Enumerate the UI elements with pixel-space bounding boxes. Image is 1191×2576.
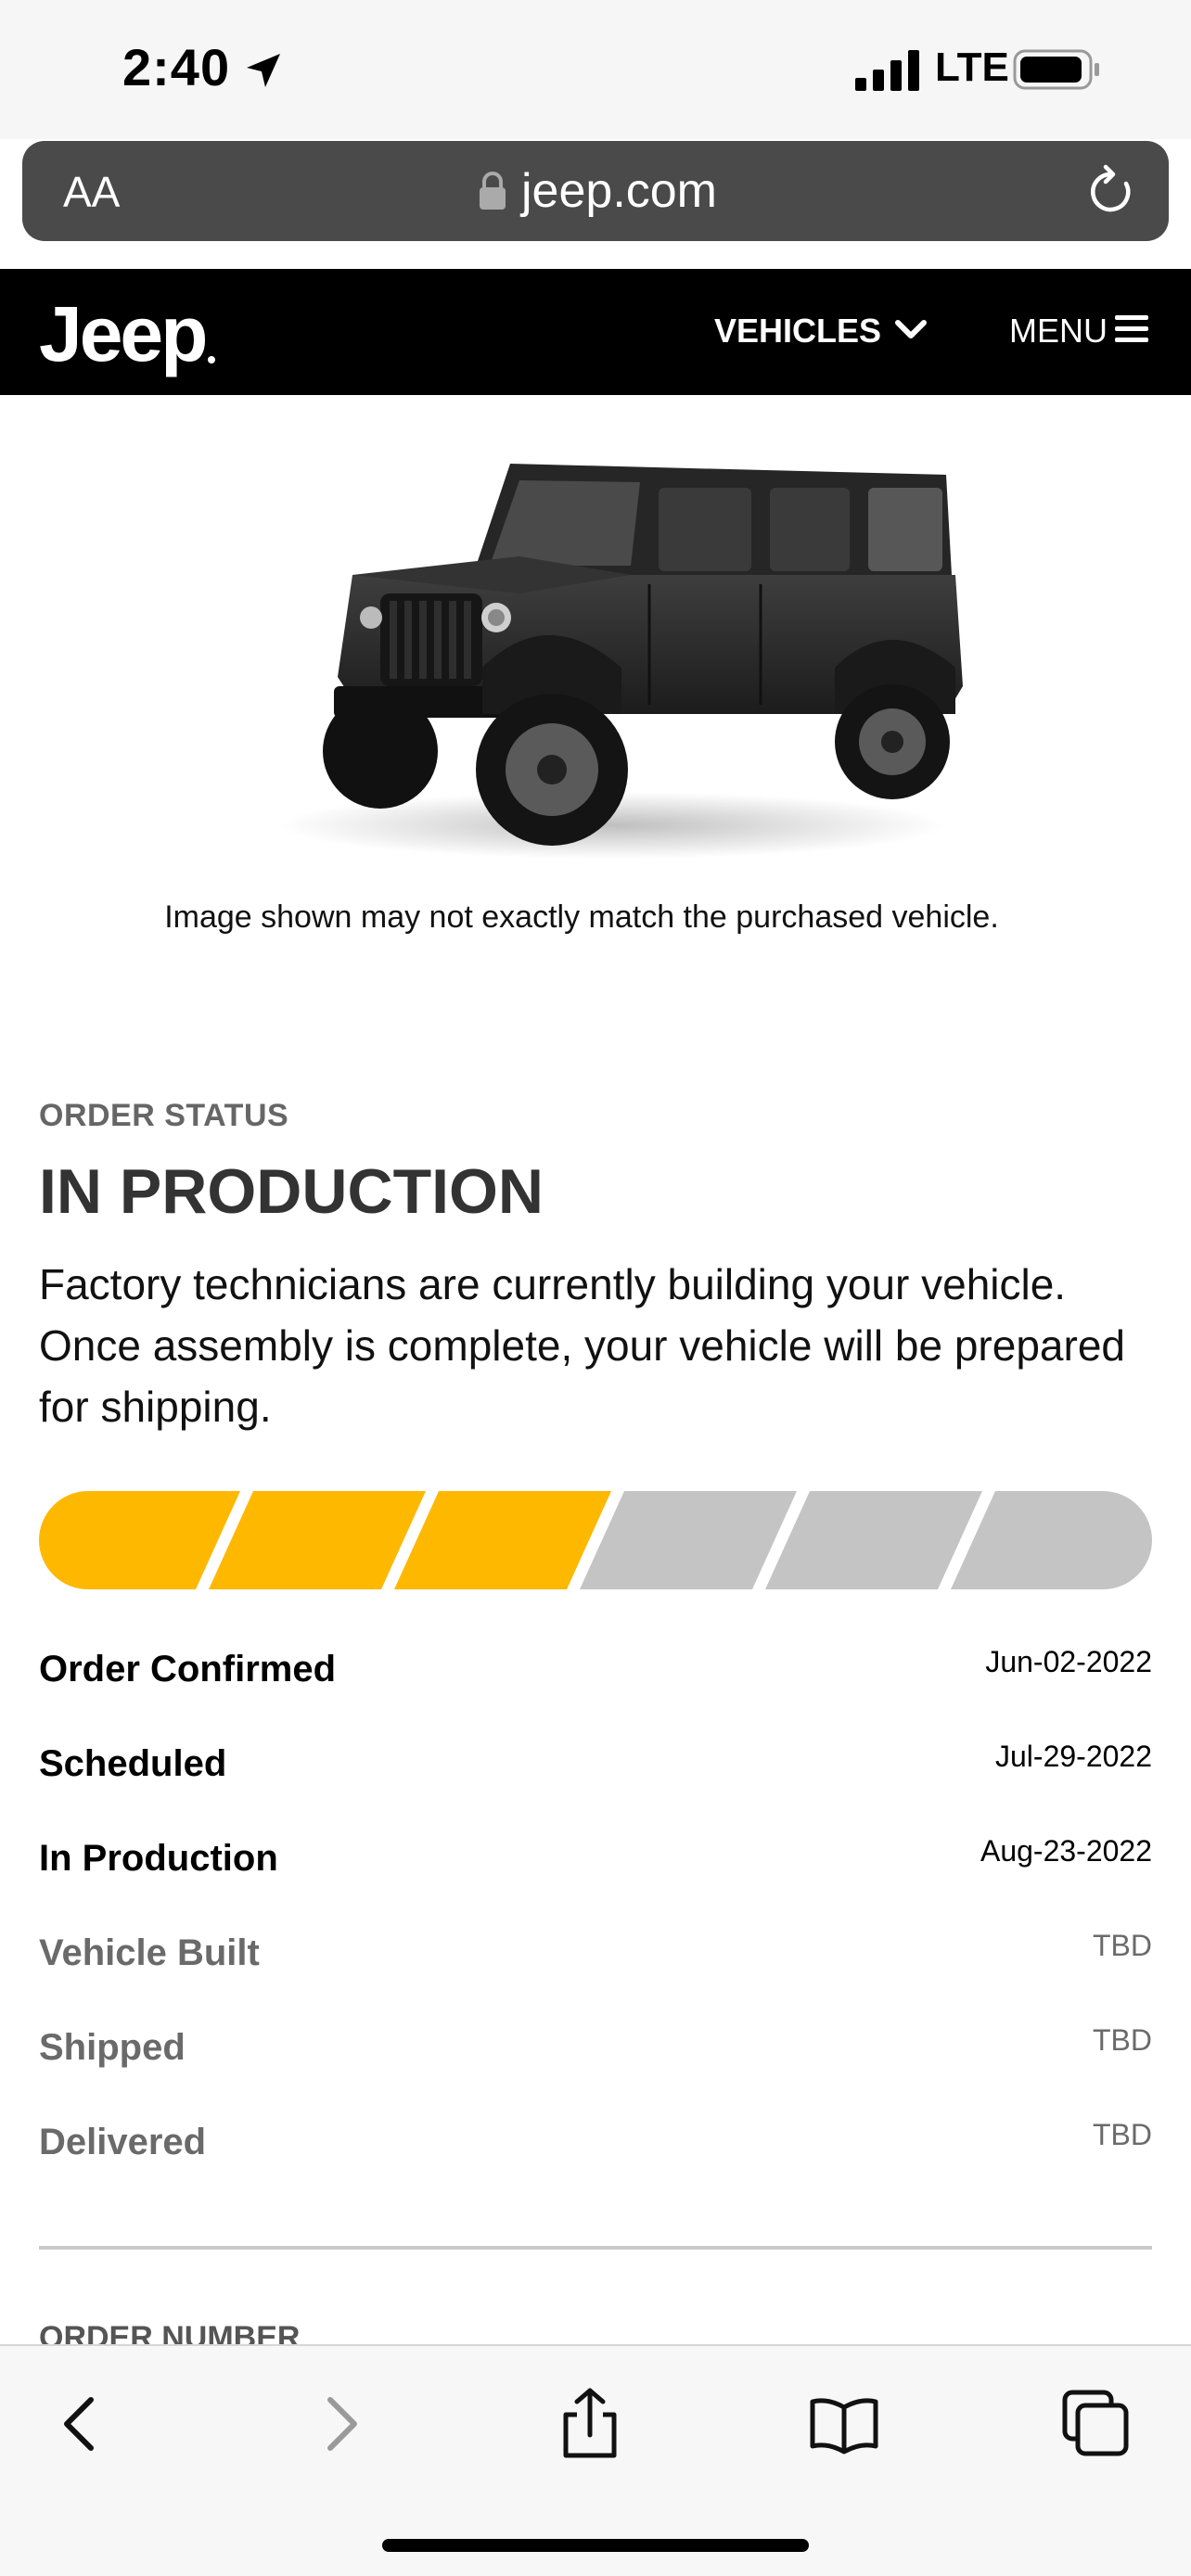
milestone-date: Aug-23-2022 — [980, 1834, 1152, 1868]
milestone-date: Jun-02-2022 — [985, 1645, 1152, 1678]
progress-segment-complete — [394, 1491, 611, 1589]
milestone-list: Order Confirmed Jun-02-2022 Scheduled Jul-2… — [39, 1641, 1152, 2209]
image-disclaimer: Image shown may not exactly match the pu… — [164, 899, 999, 935]
jeep-logo[interactable]: Jeep — [39, 289, 208, 379]
address-bar[interactable]: AA jeep.com — [22, 141, 1169, 241]
milestone-date: Jul-29-2022 — [995, 1740, 1152, 1773]
progress-segment-pending — [765, 1491, 982, 1589]
home-indicator — [382, 2539, 809, 2552]
chevron-down-icon[interactable] — [892, 317, 929, 343]
milestone-row: Scheduled Jul-29-2022 — [39, 1736, 1152, 1830]
network-type: LTE — [935, 45, 1009, 90]
milestone-row: Delivered TBD — [39, 2114, 1152, 2209]
milestone-name: Order Confirmed — [39, 1649, 337, 1690]
battery-icon — [1013, 49, 1099, 90]
status-time: 2:40 — [122, 38, 231, 96]
vehicle-image — [278, 464, 963, 859]
order-status-label: ORDER STATUS — [39, 1098, 289, 1133]
tabs-icon[interactable] — [1057, 2387, 1132, 2461]
forward-icon[interactable] — [302, 2387, 377, 2461]
url-text[interactable]: jeep.com — [521, 163, 717, 219]
menu-button[interactable]: MENU — [1009, 312, 1108, 351]
section-divider — [39, 2246, 1152, 2250]
milestone-date: TBD — [1093, 1929, 1152, 1962]
milestone-row: In Production Aug-23-2022 — [39, 1830, 1152, 1925]
progress-segment-pending — [951, 1491, 1152, 1589]
milestone-row: Shipped TBD — [39, 2020, 1152, 2114]
text-size-label: AA — [63, 168, 121, 216]
share-icon[interactable] — [553, 2387, 627, 2461]
reload-icon[interactable] — [1085, 163, 1137, 219]
order-status-title: IN PRODUCTION — [39, 1156, 544, 1227]
site-header: Jeep VEHICLES MENU — [0, 269, 1191, 395]
signal-icon — [855, 50, 919, 91]
hamburger-icon[interactable] — [1113, 313, 1150, 345]
milestone-date: TBD — [1093, 2118, 1152, 2151]
vehicles-menu-button[interactable]: VEHICLES — [714, 312, 881, 351]
text-size-button[interactable]: AA — [63, 167, 120, 217]
page: 2:40 LTE AA jeep.com Jeep VEHICLES MENU … — [0, 0, 1191, 2576]
progress-segment-complete — [209, 1491, 426, 1589]
milestone-row: Order Confirmed Jun-02-2022 — [39, 1641, 1152, 1736]
milestone-row: Vehicle Built TBD — [39, 1925, 1152, 2020]
progress-segment-pending — [580, 1491, 797, 1589]
order-status-description: Factory technicians are currently buildi… — [39, 1260, 1125, 1431]
back-icon[interactable] — [45, 2387, 119, 2461]
milestone-date: TBD — [1093, 2023, 1152, 2057]
logo-trademark-dot — [208, 356, 215, 363]
milestone-name: Shipped — [39, 2027, 186, 2068]
location-arrow-icon — [247, 54, 280, 87]
bookmarks-icon[interactable] — [807, 2387, 881, 2461]
status-bar: 2:40 LTE — [0, 0, 1191, 139]
milestone-name: Scheduled — [39, 1743, 227, 1784]
lock-icon — [480, 172, 506, 210]
order-progress-bar — [39, 1491, 1152, 1589]
milestone-name: In Production — [39, 1838, 278, 1879]
progress-segment-complete — [39, 1491, 240, 1589]
milestone-name: Delivered — [39, 2122, 207, 2162]
milestone-name: Vehicle Built — [39, 1932, 260, 1973]
